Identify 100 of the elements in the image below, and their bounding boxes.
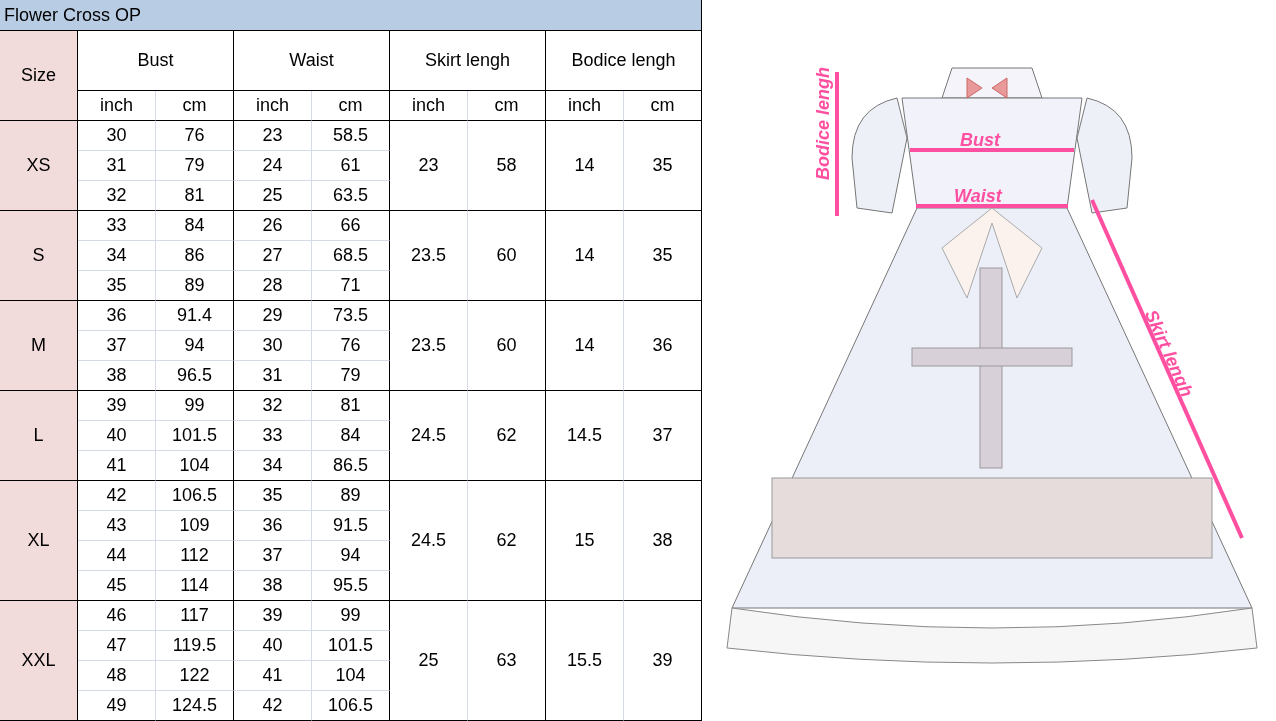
table-cell: 106.5	[312, 691, 390, 721]
table-cell: 106.5	[156, 481, 234, 511]
size-cell: XXL	[0, 601, 78, 721]
table-cell: 76	[156, 121, 234, 151]
table-cell: 48	[78, 661, 156, 691]
table-cell: 62	[468, 391, 546, 481]
table-cell: 61	[312, 151, 390, 181]
table-cell: 104	[312, 661, 390, 691]
table-cell: 112	[156, 541, 234, 571]
table-cell: 36	[234, 511, 312, 541]
table-cell: 95.5	[312, 571, 390, 601]
table-cell: 99	[312, 601, 390, 631]
table-cell: 34	[78, 241, 156, 271]
table-cell: 38	[624, 481, 702, 601]
table-cell: 27	[234, 241, 312, 271]
table-cell: 36	[624, 301, 702, 391]
table-cell: 79	[312, 361, 390, 391]
table-cell: 41	[234, 661, 312, 691]
bust-label: Bust	[960, 129, 1000, 152]
unit-header: cm	[624, 91, 702, 121]
table-cell: 14.5	[546, 391, 624, 481]
table-cell: 14	[546, 121, 624, 211]
table-cell: 42	[234, 691, 312, 721]
table-cell: 99	[156, 391, 234, 421]
table-cell: 39	[78, 391, 156, 421]
table-cell: 23.5	[390, 301, 468, 391]
table-cell: 15.5	[546, 601, 624, 721]
table-cell: 91.5	[312, 511, 390, 541]
table-cell: 96.5	[156, 361, 234, 391]
table-cell: 89	[156, 271, 234, 301]
table-cell: 89	[312, 481, 390, 511]
unit-header: cm	[312, 91, 390, 121]
column-header: Skirt lengh	[390, 31, 546, 91]
table-cell: 45	[78, 571, 156, 601]
table-cell: 30	[234, 331, 312, 361]
table-cell: 24.5	[390, 391, 468, 481]
table-cell: 84	[156, 211, 234, 241]
table-cell: 86.5	[312, 451, 390, 481]
table-cell: 38	[78, 361, 156, 391]
table-cell: 14	[546, 301, 624, 391]
table-cell: 24	[234, 151, 312, 181]
table-cell: 58.5	[312, 121, 390, 151]
size-cell: S	[0, 211, 78, 301]
table-cell: 60	[468, 301, 546, 391]
table-cell: 31	[78, 151, 156, 181]
table-cell: 81	[156, 181, 234, 211]
table-cell: 39	[624, 601, 702, 721]
table-cell: 23	[234, 121, 312, 151]
unit-header: inch	[546, 91, 624, 121]
table-cell: 42	[78, 481, 156, 511]
table-cell: 86	[156, 241, 234, 271]
table-cell: 63	[468, 601, 546, 721]
unit-header: inch	[390, 91, 468, 121]
column-header: Waist	[234, 31, 390, 91]
table-cell: 37	[624, 391, 702, 481]
column-header: Size	[0, 31, 78, 121]
table-cell: 40	[234, 631, 312, 661]
unit-header: inch	[234, 91, 312, 121]
table-cell: 39	[234, 601, 312, 631]
table-cell: 33	[78, 211, 156, 241]
table-cell: 35	[78, 271, 156, 301]
table-cell: 28	[234, 271, 312, 301]
table-cell: 38	[234, 571, 312, 601]
table-cell: 94	[156, 331, 234, 361]
table-cell: 37	[234, 541, 312, 571]
table-cell: 15	[546, 481, 624, 601]
waist-label: Waist	[954, 185, 1002, 208]
table-cell: 40	[78, 421, 156, 451]
table-cell: 35	[234, 481, 312, 511]
sheet-title: Flower Cross OP	[0, 0, 702, 31]
table-cell: 109	[156, 511, 234, 541]
table-cell: 35	[624, 121, 702, 211]
table-cell: 31	[234, 361, 312, 391]
table-cell: 25	[234, 181, 312, 211]
table-cell: 32	[234, 391, 312, 421]
unit-header: cm	[156, 91, 234, 121]
table-cell: 71	[312, 271, 390, 301]
table-cell: 79	[156, 151, 234, 181]
table-cell: 63.5	[312, 181, 390, 211]
table-cell: 41	[78, 451, 156, 481]
table-cell: 94	[312, 541, 390, 571]
table-cell: 73.5	[312, 301, 390, 331]
bodice-length-label: Bodice lengh	[812, 67, 834, 180]
table-cell: 84	[312, 421, 390, 451]
column-header: Bodice lengh	[546, 31, 702, 91]
table-cell: 24.5	[390, 481, 468, 601]
table-cell: 25	[390, 601, 468, 721]
table-cell: 30	[78, 121, 156, 151]
size-cell: L	[0, 391, 78, 481]
table-cell: 23.5	[390, 211, 468, 301]
table-cell: 44	[78, 541, 156, 571]
table-cell: 62	[468, 481, 546, 601]
table-cell: 36	[78, 301, 156, 331]
table-cell: 66	[312, 211, 390, 241]
table-cell: 34	[234, 451, 312, 481]
size-cell: M	[0, 301, 78, 391]
table-cell: 37	[78, 331, 156, 361]
size-cell: XS	[0, 121, 78, 211]
table-cell: 14	[546, 211, 624, 301]
table-cell: 29	[234, 301, 312, 331]
